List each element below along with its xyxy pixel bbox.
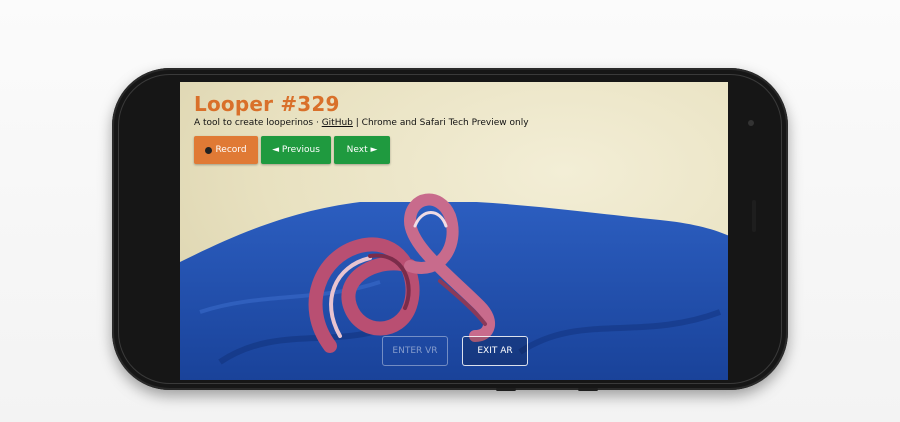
record-dot-icon: [205, 146, 213, 154]
phone-volume-button: [752, 200, 756, 232]
photo-background: Looper #329 A tool to create looperinos …: [0, 0, 900, 422]
phone-bottom-button: [578, 388, 598, 391]
page-subtitle: A tool to create looperinos · GitHub | C…: [194, 118, 529, 128]
phone-power-button: [496, 388, 516, 391]
previous-button[interactable]: ◄ Previous: [261, 136, 331, 164]
front-camera-icon: [748, 120, 754, 126]
control-buttons: Record ◄ Previous Next ►: [194, 136, 529, 164]
ar-viewport[interactable]: Looper #329 A tool to create looperinos …: [180, 82, 728, 380]
enter-vr-button[interactable]: ENTER VR: [382, 336, 448, 366]
record-button-label: Record: [215, 145, 247, 155]
previous-button-label: ◄ Previous: [272, 145, 320, 155]
subtitle-suffix: | Chrome and Safari Tech Preview only: [352, 118, 529, 128]
next-button[interactable]: Next ►: [334, 136, 390, 164]
github-link[interactable]: GitHub: [322, 118, 353, 128]
page-title: Looper #329: [194, 92, 340, 116]
overlay-panel: Looper #329 A tool to create looperinos …: [194, 92, 529, 164]
exit-ar-button[interactable]: EXIT AR: [462, 336, 528, 366]
subtitle-prefix: A tool to create looperinos ·: [194, 118, 322, 128]
record-button[interactable]: Record: [194, 136, 258, 164]
next-button-label: Next ►: [346, 145, 378, 155]
